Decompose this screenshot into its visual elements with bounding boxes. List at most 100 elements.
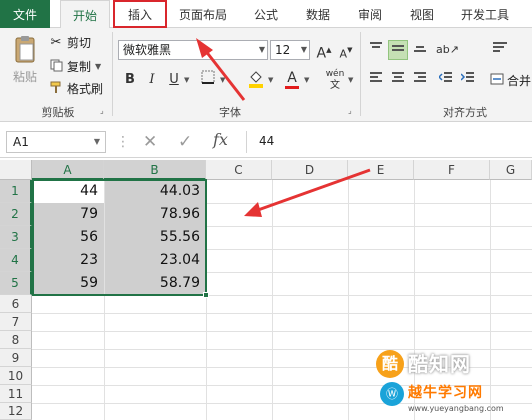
align-right-icon [413, 72, 427, 87]
copy-button[interactable]: 复制 ▼ [48, 58, 101, 75]
decrease-indent-button[interactable] [436, 70, 456, 90]
increase-indent-button[interactable] [458, 70, 478, 90]
tab-view[interactable]: 视图 [400, 0, 444, 28]
chevron-down-icon[interactable]: ▼ [94, 132, 100, 152]
chevron-down-icon[interactable]: ▼ [95, 62, 101, 71]
chevron-down-icon[interactable]: ▼ [259, 41, 265, 59]
column-header-a[interactable]: A [32, 160, 104, 180]
wrap-text-button[interactable] [490, 40, 510, 60]
tab-developer[interactable]: 开发工具 [452, 0, 518, 28]
chevron-down-icon[interactable]: ▼ [301, 41, 307, 59]
format-painter-button[interactable]: 格式刷 [48, 80, 103, 97]
enter-icon[interactable]: ✓ [178, 132, 192, 152]
font-color-icon: A [287, 70, 297, 86]
brand-logo-icon: Ⓦ [380, 382, 404, 406]
format-painter-label: 格式刷 [67, 82, 104, 96]
align-top-button[interactable] [366, 40, 386, 60]
shrink-font-button[interactable]: A▼ [336, 40, 356, 60]
chevron-down-icon[interactable]: ▼ [268, 76, 273, 84]
insert-function-icon[interactable]: fx [213, 130, 228, 149]
tab-formulas[interactable]: 公式 [244, 0, 288, 28]
row-header[interactable]: 12 [0, 403, 32, 420]
row-header[interactable]: 10 [0, 367, 32, 385]
merge-center-button[interactable]: 合并 [490, 72, 531, 89]
fill-color-button[interactable] [246, 70, 266, 90]
borders-button[interactable] [198, 70, 218, 90]
column-header-e[interactable]: E [348, 160, 414, 180]
tab-page-layout[interactable]: 页面布局 [170, 0, 236, 28]
tab-file[interactable]: 文件 [0, 0, 50, 28]
align-middle-button[interactable] [388, 40, 408, 60]
align-center-button[interactable] [388, 70, 408, 90]
decrease-indent-icon [437, 72, 453, 87]
align-bottom-button[interactable] [410, 40, 430, 60]
ribbon-home: 粘贴 ✂ 剪切 复制 ▼ 格式刷 剪贴板 ⌟ 微软雅黑 ▼ 12 ▼ A▲ A▼… [0, 28, 532, 122]
caret-up-icon: ▲ [326, 46, 332, 54]
select-all-corner[interactable] [0, 160, 32, 180]
tab-home[interactable]: 开始 [60, 0, 110, 29]
font-color-button[interactable]: A [282, 68, 302, 89]
row-header[interactable]: 1 [0, 180, 32, 203]
clipboard-icon [13, 34, 37, 64]
underline-button[interactable]: U [164, 70, 184, 90]
formula-bar: A1 ▼ ⋮ ✕ ✓ fx 44 [0, 124, 532, 158]
font-size-combo[interactable]: 12 ▼ [270, 40, 310, 60]
row-header[interactable]: 4 [0, 249, 32, 272]
name-box[interactable]: A1 ▼ [6, 131, 106, 153]
row-header[interactable]: 2 [0, 203, 32, 226]
ribbon-tab-bar: 文件 开始 插入 页面布局 公式 数据 审阅 视图 开发工具 [0, 0, 532, 29]
cut-button[interactable]: ✂ 剪切 [48, 34, 91, 51]
align-left-button[interactable] [366, 70, 386, 90]
align-top-icon [369, 42, 383, 57]
gridline [348, 180, 349, 420]
tab-insert[interactable]: 插入 [113, 0, 167, 28]
caret-down-icon: ▼ [347, 46, 353, 54]
formula-input[interactable]: 44 [246, 131, 528, 153]
column-header-c[interactable]: C [206, 160, 272, 180]
border-icon [201, 70, 215, 88]
group-divider [360, 32, 361, 116]
row-header[interactable]: 3 [0, 226, 32, 249]
watermark: 酷 酷知网 Ⓦ 越牛学习网 www.yueyangbang.com [376, 348, 532, 420]
row-header[interactable]: 5 [0, 272, 32, 295]
chevron-down-icon[interactable]: ▼ [184, 76, 189, 84]
chevron-down-icon[interactable]: ▼ [304, 76, 309, 84]
row-header[interactable]: 9 [0, 349, 32, 367]
tab-review[interactable]: 审阅 [348, 0, 392, 28]
grow-font-icon: A [316, 45, 327, 62]
row-header[interactable]: 6 [0, 295, 32, 313]
chevron-down-icon[interactable]: ▼ [220, 76, 225, 84]
cancel-icon[interactable]: ✕ [143, 132, 157, 152]
merge-label: 合并 [507, 74, 532, 88]
row-header[interactable]: 8 [0, 331, 32, 349]
chevron-down-icon[interactable]: ▼ [348, 76, 353, 84]
italic-button[interactable]: I [142, 70, 162, 90]
dialog-launcher-icon[interactable]: ⌟ [348, 106, 352, 115]
phonetic-guide-button[interactable]: wén 文 [322, 68, 348, 91]
dialog-launcher-icon[interactable]: ⌟ [100, 106, 104, 115]
align-bottom-icon [413, 42, 427, 57]
column-header-g[interactable]: G [490, 160, 532, 180]
column-header-b[interactable]: B [104, 160, 206, 180]
font-color-swatch [285, 86, 299, 89]
font-name-combo[interactable]: 微软雅黑 ▼ [118, 40, 268, 60]
text-orientation-icon: ab↗ [436, 43, 459, 56]
gridline [32, 313, 532, 314]
copy-icon [48, 59, 64, 75]
bold-button[interactable]: B [120, 70, 140, 90]
row-header[interactable]: 11 [0, 385, 32, 403]
paste-button[interactable]: 粘贴 [8, 32, 42, 92]
grow-font-button[interactable]: A▲ [314, 40, 334, 62]
gridline [272, 180, 273, 420]
row-header[interactable]: 7 [0, 313, 32, 331]
column-header-d[interactable]: D [272, 160, 348, 180]
grip-dots-icon: ⋮ [116, 134, 130, 150]
tab-data[interactable]: 数据 [296, 0, 340, 28]
fill-handle[interactable] [203, 292, 209, 298]
increase-indent-icon [460, 72, 475, 87]
watermark-url: www.yueyangbang.com [408, 404, 504, 413]
column-header-f[interactable]: F [414, 160, 490, 180]
align-right-button[interactable] [410, 70, 430, 90]
phonetic-glyph-icon: 文 [330, 80, 340, 91]
orientation-button[interactable]: ab↗ [436, 40, 459, 60]
